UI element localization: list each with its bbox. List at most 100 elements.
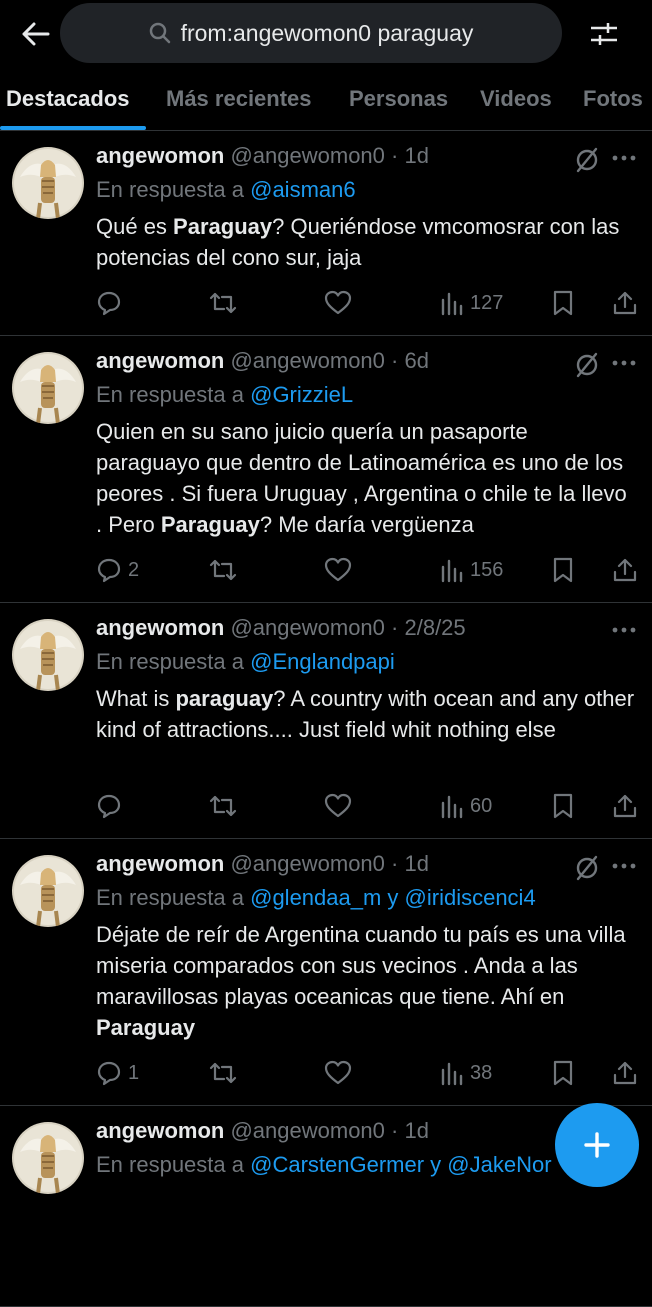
reply-button[interactable]: [96, 791, 128, 821]
retweet-button[interactable]: [208, 1058, 238, 1088]
username-handle[interactable]: @angewomon0: [230, 143, 384, 168]
like-button[interactable]: [324, 791, 352, 821]
tweet-time[interactable]: 6d: [404, 348, 428, 373]
views-button[interactable]: 127: [440, 288, 503, 318]
separator-dot: ·: [391, 143, 399, 168]
avatar[interactable]: [12, 619, 84, 691]
username-handle[interactable]: @angewomon0: [230, 348, 384, 373]
tweet-text-segment: Déjate de reír de Argentina cuando tu pa…: [96, 922, 626, 1009]
reply-count: 1: [128, 1061, 140, 1084]
reply-context: En respuesta a @Englandpapi: [96, 649, 395, 675]
tweet-time[interactable]: 1d: [404, 1118, 428, 1143]
more-options-icon[interactable]: [612, 861, 636, 871]
views-chart-icon: [441, 292, 463, 316]
tweet-time[interactable]: 1d: [404, 851, 428, 876]
username-handle[interactable]: @angewomon0: [230, 615, 384, 640]
bookmark-icon: [553, 793, 573, 819]
avatar[interactable]: [12, 352, 84, 424]
views-button[interactable]: 156: [440, 555, 503, 585]
share-button[interactable]: [612, 791, 638, 821]
highlighted-keyword: Paraguay: [160, 512, 260, 537]
reply-to-link[interactable]: @GrizzieL: [250, 382, 353, 407]
bookmark-button[interactable]: [552, 1058, 574, 1088]
views-button[interactable]: 38: [440, 1058, 492, 1088]
more-options-icon[interactable]: [612, 153, 636, 163]
top-bar: from:angewomon0 paraguay: [0, 0, 652, 70]
tweet-text-segment: ? Me daría vergüenza: [259, 512, 474, 537]
reply-prefix: En respuesta a: [96, 885, 244, 910]
retweet-button[interactable]: [208, 791, 238, 821]
back-arrow-icon[interactable]: [18, 16, 54, 52]
display-name[interactable]: angewomon: [96, 143, 224, 168]
avatar[interactable]: [12, 147, 84, 219]
tab-mas-recientes[interactable]: Más recientes: [166, 86, 312, 112]
share-button[interactable]: [612, 288, 638, 318]
grok-icon[interactable]: [574, 855, 600, 881]
bookmark-icon: [553, 1060, 573, 1086]
tweet-header: angewomon @angewomon0 · 2/8/25: [96, 615, 466, 641]
display-name[interactable]: angewomon: [96, 348, 224, 373]
tweet-header: angewomon @angewomon0 · 1d: [96, 1118, 429, 1144]
retweet-icon: [209, 559, 237, 581]
bookmark-button[interactable]: [552, 288, 574, 318]
bookmark-button[interactable]: [552, 555, 574, 585]
reply-to-link[interactable]: @aisman6: [250, 177, 356, 202]
tab-destacados[interactable]: Destacados: [6, 86, 130, 112]
tweet-text: Déjate de reír de Argentina cuando tu pa…: [96, 919, 636, 1043]
tweet[interactable]: angewomon @angewomon0 · 1d En respuesta …: [0, 131, 652, 336]
tweet[interactable]: angewomon @angewomon0 · 1d En respuesta …: [0, 1106, 652, 1307]
reply-context: En respuesta a @GrizzieL: [96, 382, 353, 408]
reply-button[interactable]: 2: [96, 555, 139, 585]
search-tabs: Destacados Más recientes Personas Videos…: [0, 70, 652, 131]
retweet-button[interactable]: [208, 288, 238, 318]
tweet[interactable]: angewomon @angewomon0 · 6d En respuesta …: [0, 336, 652, 603]
tweet-header: angewomon @angewomon0 · 1d: [96, 851, 429, 877]
highlighted-keyword: paraguay: [175, 686, 274, 711]
grok-icon[interactable]: [574, 147, 600, 173]
reply-to-link[interactable]: @CarstenGermer y @JakeNor: [250, 1152, 551, 1177]
tab-fotos[interactable]: Fotos: [583, 86, 643, 112]
grok-icon[interactable]: [574, 352, 600, 378]
username-handle[interactable]: @angewomon0: [230, 851, 384, 876]
share-button[interactable]: [612, 1058, 638, 1088]
like-button[interactable]: [324, 1058, 352, 1088]
avatar[interactable]: [12, 1122, 84, 1194]
tweet-actions: 2 156: [96, 555, 652, 585]
filter-sliders-icon[interactable]: [586, 16, 622, 52]
search-icon: [149, 22, 170, 44]
display-name[interactable]: angewomon: [96, 851, 224, 876]
share-button[interactable]: [612, 555, 638, 585]
username-handle[interactable]: @angewomon0: [230, 1118, 384, 1143]
reply-to-link[interactable]: @Englandpapi: [250, 649, 395, 674]
reply-button[interactable]: [96, 288, 128, 318]
tweet[interactable]: angewomon @angewomon0 · 1d En respuesta …: [0, 839, 652, 1106]
reply-count: 2: [128, 558, 140, 581]
avatar[interactable]: [12, 855, 84, 927]
plus-icon: [584, 1132, 610, 1158]
heart-icon: [324, 557, 352, 582]
display-name[interactable]: angewomon: [96, 615, 224, 640]
tab-videos[interactable]: Videos: [480, 86, 552, 112]
tweet-text-segment: What is: [96, 686, 176, 711]
retweet-icon: [209, 292, 237, 314]
tweet[interactable]: angewomon @angewomon0 · 2/8/25 En respue…: [0, 603, 652, 839]
compose-button[interactable]: [555, 1103, 639, 1187]
like-button[interactable]: [324, 555, 352, 585]
reply-prefix: En respuesta a: [96, 1152, 244, 1177]
like-button[interactable]: [324, 288, 352, 318]
bookmark-button[interactable]: [552, 791, 574, 821]
search-input[interactable]: from:angewomon0 paraguay: [60, 3, 562, 63]
views-button[interactable]: 60: [440, 791, 492, 821]
reply-button[interactable]: 1: [96, 1058, 139, 1088]
tweet-text-segment: Qué es: [96, 214, 174, 239]
tweet-header: angewomon @angewomon0 · 1d: [96, 143, 429, 169]
tweet-time[interactable]: 2/8/25: [404, 615, 465, 640]
tweet-time[interactable]: 1d: [404, 143, 428, 168]
retweet-button[interactable]: [208, 555, 238, 585]
tweet-actions: 127: [96, 288, 652, 318]
tab-personas[interactable]: Personas: [349, 86, 448, 112]
more-options-icon[interactable]: [612, 625, 636, 635]
display-name[interactable]: angewomon: [96, 1118, 224, 1143]
reply-to-link[interactable]: @glendaa_m y @iridiscenci4: [250, 885, 536, 910]
more-options-icon[interactable]: [612, 358, 636, 368]
